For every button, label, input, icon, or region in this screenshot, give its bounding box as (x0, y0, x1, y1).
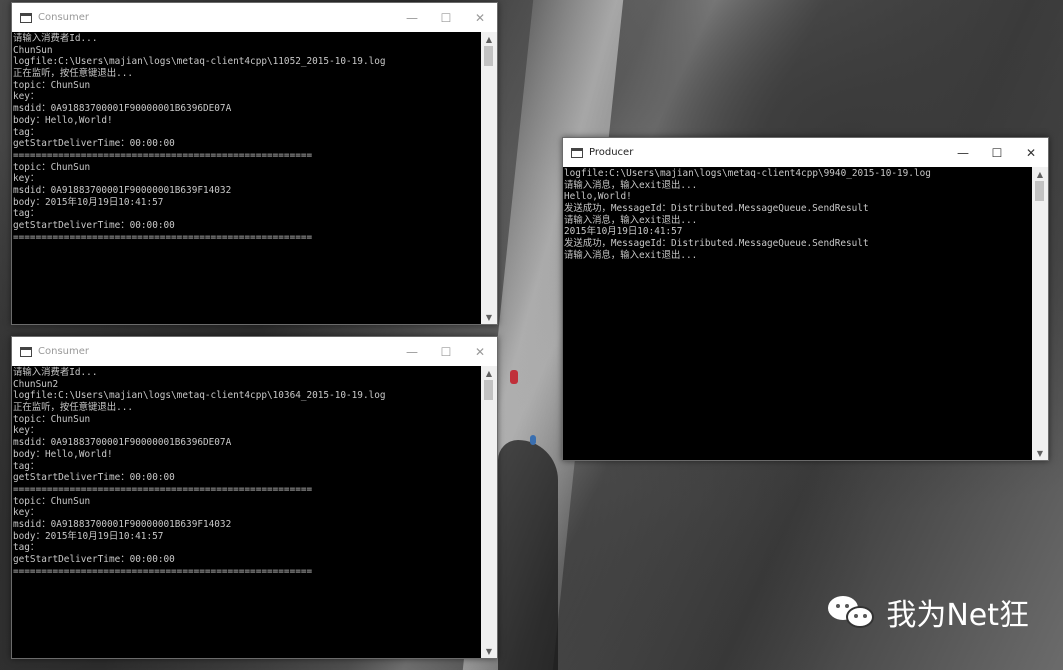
console-line: tag： (13, 208, 40, 220)
minimize-button[interactable]: — (395, 337, 429, 366)
console-line: 正在监听，按任意键退出... (13, 402, 134, 414)
console-line: tag： (13, 126, 40, 138)
console-line: 请输入消息，输入exit退出... (564, 249, 698, 261)
console-line: body：Hello,World! (13, 448, 113, 460)
console-line: msdid：0A91883700001F90000001B6396DE07A (13, 103, 232, 115)
wallpaper-rock-shadow (498, 440, 558, 670)
console-output[interactable]: 请输入消费者Id... ChunSun logfile:C:\Users\majia… (12, 32, 481, 324)
producer-window-titlebar[interactable]: Producer — ☐ ✕ (563, 138, 1048, 167)
console-line: key： (13, 91, 40, 103)
console-line: ChunSun2 (13, 378, 59, 390)
console-line: logfile:C:\Users\majian\logs\metaq-clien… (13, 56, 386, 68)
console-line: ========================================… (13, 231, 313, 243)
console-output[interactable]: logfile:C:\Users\majian\logs\metaq-clien… (563, 167, 1032, 460)
console-app-icon (571, 147, 583, 158)
console-line: topic：ChunSun (13, 79, 91, 91)
console-line: 请输入消费者Id... (13, 367, 98, 378)
scroll-down-arrow-icon[interactable]: ▼ (1032, 446, 1048, 460)
console-line: 请输入消息，输入exit退出... (564, 214, 698, 226)
close-button[interactable]: ✕ (463, 337, 497, 366)
console-line: getStartDeliverTime：00:00:00 (13, 138, 175, 150)
console-line: ========================================… (13, 149, 313, 161)
console-line: getStartDeliverTime：00:00:00 (13, 554, 175, 565)
watermark-text: 我为Net狂 (886, 598, 1029, 633)
scroll-down-arrow-icon[interactable]: ▼ (481, 310, 497, 324)
console-line: 发送成功，MessageId：Distributed.MessageQueue.… (564, 238, 869, 250)
scroll-thumb[interactable] (1035, 181, 1044, 201)
console-line: topic：ChunSun (13, 413, 91, 425)
console-app-icon (20, 346, 32, 357)
vertical-scrollbar[interactable]: ▲ ▼ (1032, 167, 1048, 460)
wallpaper-climber-blue (530, 435, 536, 445)
scroll-down-arrow-icon[interactable]: ▼ (481, 644, 497, 658)
console-line: getStartDeliverTime：00:00:00 (13, 220, 175, 231)
console-line: msdid：0A91883700001F90000001B6396DE07A (13, 437, 232, 449)
window-title: Producer (589, 147, 634, 158)
console-line: body：Hello,World! (13, 114, 113, 126)
vertical-scrollbar[interactable]: ▲ ▼ (481, 32, 497, 324)
producer-window[interactable]: Producer — ☐ ✕ logfile:C:\Users\majian\l… (562, 137, 1049, 461)
console-line: body：2015年10月19日10:41:57 (13, 196, 164, 208)
consumer-window-1-titlebar[interactable]: Consumer — ☐ ✕ (12, 3, 497, 32)
maximize-button[interactable]: ☐ (429, 337, 463, 366)
minimize-button[interactable]: — (395, 3, 429, 32)
consumer-window-2-titlebar[interactable]: Consumer — ☐ ✕ (12, 337, 497, 366)
console-line: ========================================… (13, 565, 313, 577)
scroll-thumb[interactable] (484, 46, 493, 66)
wechat-watermark: 我为Net狂 (828, 590, 1029, 634)
console-line: 请输入消息，输入exit退出... (564, 179, 698, 191)
consumer-window-1[interactable]: Consumer — ☐ ✕ 请输入消费者Id... ChunSun logfile… (11, 2, 498, 325)
console-line: Hello,World! (564, 191, 632, 203)
console-line: logfile:C:\Users\majian\logs\metaq-clien… (13, 390, 386, 402)
scroll-up-arrow-icon[interactable]: ▲ (1032, 167, 1048, 181)
console-line: ChunSun (13, 44, 53, 56)
console-line: key： (13, 425, 40, 437)
console-line: tag： (13, 542, 40, 554)
console-line: topic：ChunSun (13, 495, 91, 507)
close-button[interactable]: ✕ (463, 3, 497, 32)
console-line: topic：ChunSun (13, 161, 91, 173)
console-output[interactable]: 请输入消费者Id... ChunSun2 logfile:C:\Users\maji… (12, 366, 481, 658)
wechat-logo-icon (828, 594, 876, 630)
window-title: Consumer (38, 12, 89, 23)
console-line: 2015年10月19日10:41:57 (564, 226, 683, 238)
console-line: body：2015年10月19日10:41:57 (13, 530, 164, 542)
console-line: ========================================… (13, 483, 313, 495)
scroll-up-arrow-icon[interactable]: ▲ (481, 366, 497, 380)
maximize-button[interactable]: ☐ (429, 3, 463, 32)
console-line: tag： (13, 460, 40, 472)
console-line: key： (13, 173, 40, 185)
scroll-up-arrow-icon[interactable]: ▲ (481, 32, 497, 46)
console-line: logfile:C:\Users\majian\logs\metaq-clien… (564, 168, 931, 179)
close-button[interactable]: ✕ (1014, 138, 1048, 167)
minimize-button[interactable]: — (946, 138, 980, 167)
console-line: 发送成功，MessageId：Distributed.MessageQueue.… (564, 203, 869, 215)
console-line: msdid：0A91883700001F90000001B639F14032 (13, 518, 232, 530)
console-line: 请输入消费者Id... (13, 33, 98, 44)
window-title: Consumer (38, 346, 89, 357)
console-app-icon (20, 12, 32, 23)
console-line: key： (13, 507, 40, 519)
maximize-button[interactable]: ☐ (980, 138, 1014, 167)
console-line: getStartDeliverTime：00:00:00 (13, 472, 175, 484)
consumer-window-2[interactable]: Consumer — ☐ ✕ 请输入消费者Id... ChunSun2 logfil… (11, 336, 498, 659)
vertical-scrollbar[interactable]: ▲ ▼ (481, 366, 497, 658)
wallpaper-climber-red (510, 370, 518, 384)
console-line: msdid：0A91883700001F90000001B639F14032 (13, 184, 232, 196)
console-line: 正在监听，按任意键退出... (13, 68, 134, 80)
scroll-thumb[interactable] (484, 380, 493, 400)
